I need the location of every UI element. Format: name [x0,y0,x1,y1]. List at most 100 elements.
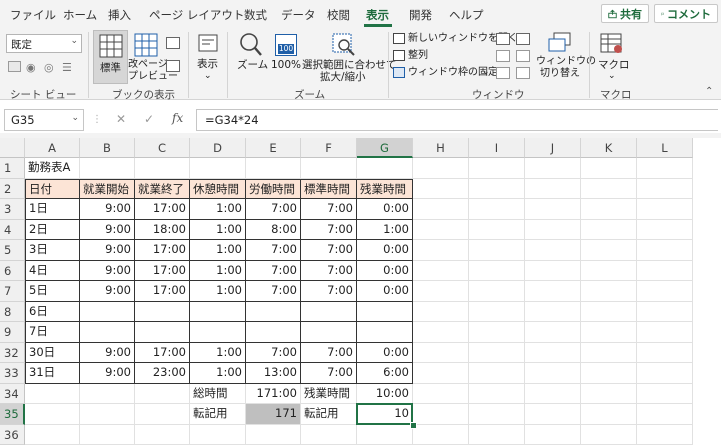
table-cell[interactable] [469,199,525,220]
column-header[interactable]: F [301,138,357,158]
unhide-icon[interactable] [496,67,510,79]
table-cell[interactable]: 労働時間 [246,179,301,200]
collapse-ribbon-icon[interactable]: ⌃ [705,86,713,97]
table-cell[interactable] [469,404,525,425]
table-cell[interactable] [581,240,637,261]
column-header[interactable]: E [246,138,301,158]
table-cell[interactable] [469,363,525,384]
table-cell[interactable] [581,384,637,405]
table-cell[interactable] [469,302,525,323]
column-header[interactable]: H [413,138,469,158]
table-cell[interactable] [637,404,693,425]
table-cell[interactable]: 0:00 [357,199,413,220]
table-cell[interactable] [637,240,693,261]
table-cell[interactable]: 17:00 [135,281,190,302]
table-cell[interactable] [581,261,637,282]
table-cell[interactable] [637,302,693,323]
row-header[interactable]: 8 [0,302,25,323]
tab-developer[interactable]: 開発 [409,7,432,23]
tab-file[interactable]: ファイル [10,7,56,23]
zoom-to-selection-button[interactable]: 選択範囲に合わせて 拡大/縮小 [304,30,384,84]
table-cell[interactable]: 8:00 [246,220,301,241]
table-cell[interactable]: 7:00 [246,261,301,282]
table-cell[interactable] [637,199,693,220]
table-cell[interactable]: 10 [357,404,413,425]
table-cell[interactable] [469,220,525,241]
comment-button[interactable]: コメント [654,4,718,23]
table-cell[interactable] [413,302,469,323]
table-cell[interactable]: 171:00 [246,384,301,405]
table-cell[interactable]: 17:00 [135,343,190,364]
table-cell[interactable] [413,363,469,384]
table-cell[interactable] [581,158,637,179]
new-view-icon[interactable]: ◎ [44,61,54,74]
row-header[interactable]: 7 [0,281,25,302]
table-cell[interactable]: 日付 [25,179,80,200]
table-cell[interactable] [581,199,637,220]
row-header[interactable]: 33 [0,363,25,384]
table-cell[interactable]: 総時間 [190,384,246,405]
table-cell[interactable] [637,261,693,282]
options-view-icon[interactable]: ☰ [62,61,72,74]
table-cell[interactable]: 13:00 [246,363,301,384]
table-cell[interactable]: 1日 [25,199,80,220]
page-break-preview-button[interactable]: 改ページ プレビュー [130,30,162,84]
column-header[interactable]: B [80,138,135,158]
table-cell[interactable]: 転記用 [190,404,246,425]
table-cell[interactable] [25,384,80,405]
table-cell[interactable]: 7:00 [301,343,357,364]
table-cell[interactable] [413,158,469,179]
table-cell[interactable]: 7:00 [246,343,301,364]
table-cell[interactable]: 10:00 [357,384,413,405]
table-cell[interactable] [469,322,525,343]
table-cell[interactable] [135,302,190,323]
table-cell[interactable] [525,343,581,364]
table-cell[interactable] [637,363,693,384]
table-cell[interactable] [525,158,581,179]
column-header[interactable]: A [25,138,80,158]
column-header[interactable]: G [357,138,413,158]
row-header[interactable]: 4 [0,220,25,241]
table-cell[interactable] [581,404,637,425]
table-cell[interactable] [413,220,469,241]
table-cell[interactable] [637,384,693,405]
table-cell[interactable] [637,322,693,343]
share-button[interactable]: 共有 [601,4,649,23]
table-cell[interactable] [525,322,581,343]
tab-insert[interactable]: 挿入 [108,7,131,23]
table-cell[interactable]: 23:00 [135,363,190,384]
show-button[interactable]: 表示 ⌄ [193,30,223,84]
table-cell[interactable]: 2日 [25,220,80,241]
table-cell[interactable]: 7日 [25,322,80,343]
table-cell[interactable] [525,404,581,425]
table-cell[interactable] [413,240,469,261]
formula-input[interactable]: =G34*24 [196,109,718,131]
row-header[interactable]: 34 [0,384,25,405]
column-header[interactable]: L [637,138,693,158]
cancel-icon[interactable]: ✕ [116,112,126,126]
spreadsheet-grid[interactable]: ABCDEFGHIJKL1勤務表A2日付就業開始就業終了休憩時間労働時間標準時間… [0,138,721,428]
table-cell[interactable] [135,158,190,179]
table-cell[interactable] [581,281,637,302]
table-cell[interactable]: 9:00 [80,240,135,261]
column-header[interactable]: K [581,138,637,158]
table-cell[interactable]: 9:00 [80,199,135,220]
enter-icon[interactable]: ✓ [144,112,154,126]
table-cell[interactable] [637,179,693,200]
table-cell[interactable] [581,220,637,241]
table-cell[interactable] [25,404,80,425]
table-cell[interactable] [469,261,525,282]
table-cell[interactable]: 7:00 [301,240,357,261]
table-cell[interactable] [525,261,581,282]
table-cell[interactable] [301,158,357,179]
table-cell[interactable] [469,158,525,179]
table-cell[interactable] [413,384,469,405]
table-cell[interactable] [135,384,190,405]
table-cell[interactable] [469,384,525,405]
table-cell[interactable]: 休憩時間 [190,179,246,200]
table-cell[interactable]: 30日 [25,343,80,364]
table-cell[interactable]: 0:00 [357,261,413,282]
table-cell[interactable] [413,281,469,302]
row-header[interactable]: 1 [0,158,25,179]
column-header[interactable]: D [190,138,246,158]
